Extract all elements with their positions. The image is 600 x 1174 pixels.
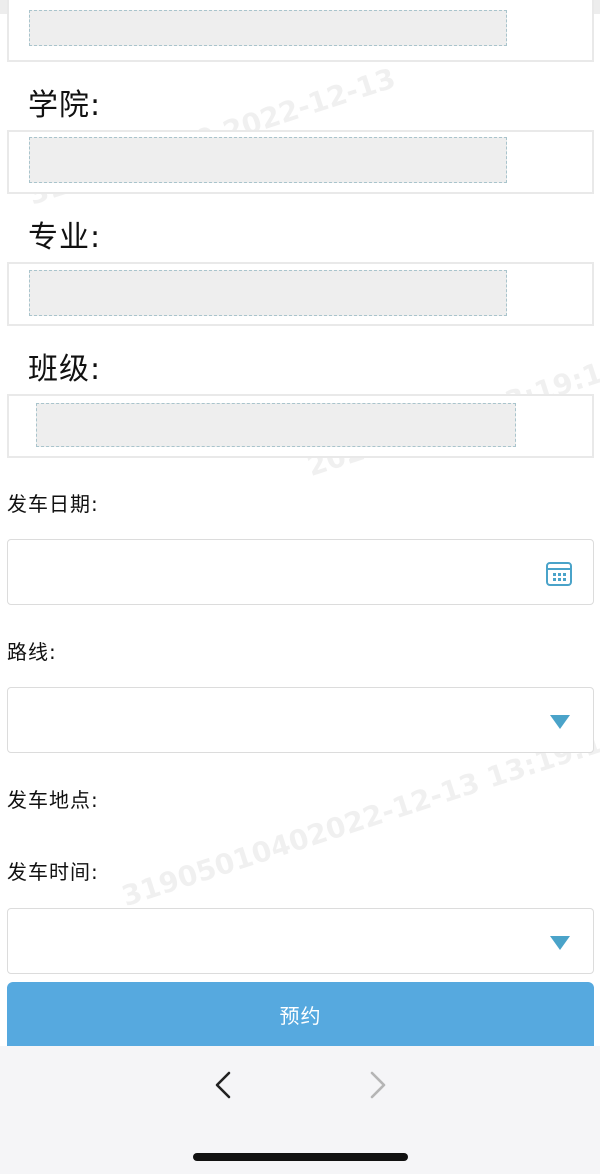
college-label: 学院:	[28, 88, 102, 123]
departure-date-label: 发车日期:	[7, 492, 99, 516]
route-select[interactable]	[7, 687, 594, 753]
redacted-block	[29, 10, 507, 46]
redacted-block	[36, 403, 516, 447]
chevron-left-icon[interactable]	[211, 1070, 235, 1100]
departure-time-label: 发车时间:	[7, 860, 99, 884]
class-field	[7, 394, 594, 458]
class-label: 班级:	[28, 352, 102, 387]
major-label: 专业:	[28, 220, 102, 255]
redacted-block	[29, 137, 507, 183]
reserve-button[interactable]: 预约	[7, 982, 594, 1046]
college-field	[7, 130, 594, 194]
triangle-down-icon[interactable]	[550, 715, 570, 729]
departure-place-label: 发车地点:	[7, 788, 99, 812]
calendar-icon[interactable]	[545, 559, 573, 587]
departure-time-select[interactable]	[7, 908, 594, 974]
redacted-block	[29, 270, 507, 316]
triangle-down-icon[interactable]	[550, 936, 570, 950]
route-label: 路线:	[7, 640, 57, 664]
major-field	[7, 262, 594, 326]
departure-date-input[interactable]	[7, 539, 594, 605]
redacted-field-top	[7, 0, 594, 62]
chevron-right-icon[interactable]	[366, 1070, 390, 1100]
home-indicator[interactable]	[193, 1153, 408, 1161]
